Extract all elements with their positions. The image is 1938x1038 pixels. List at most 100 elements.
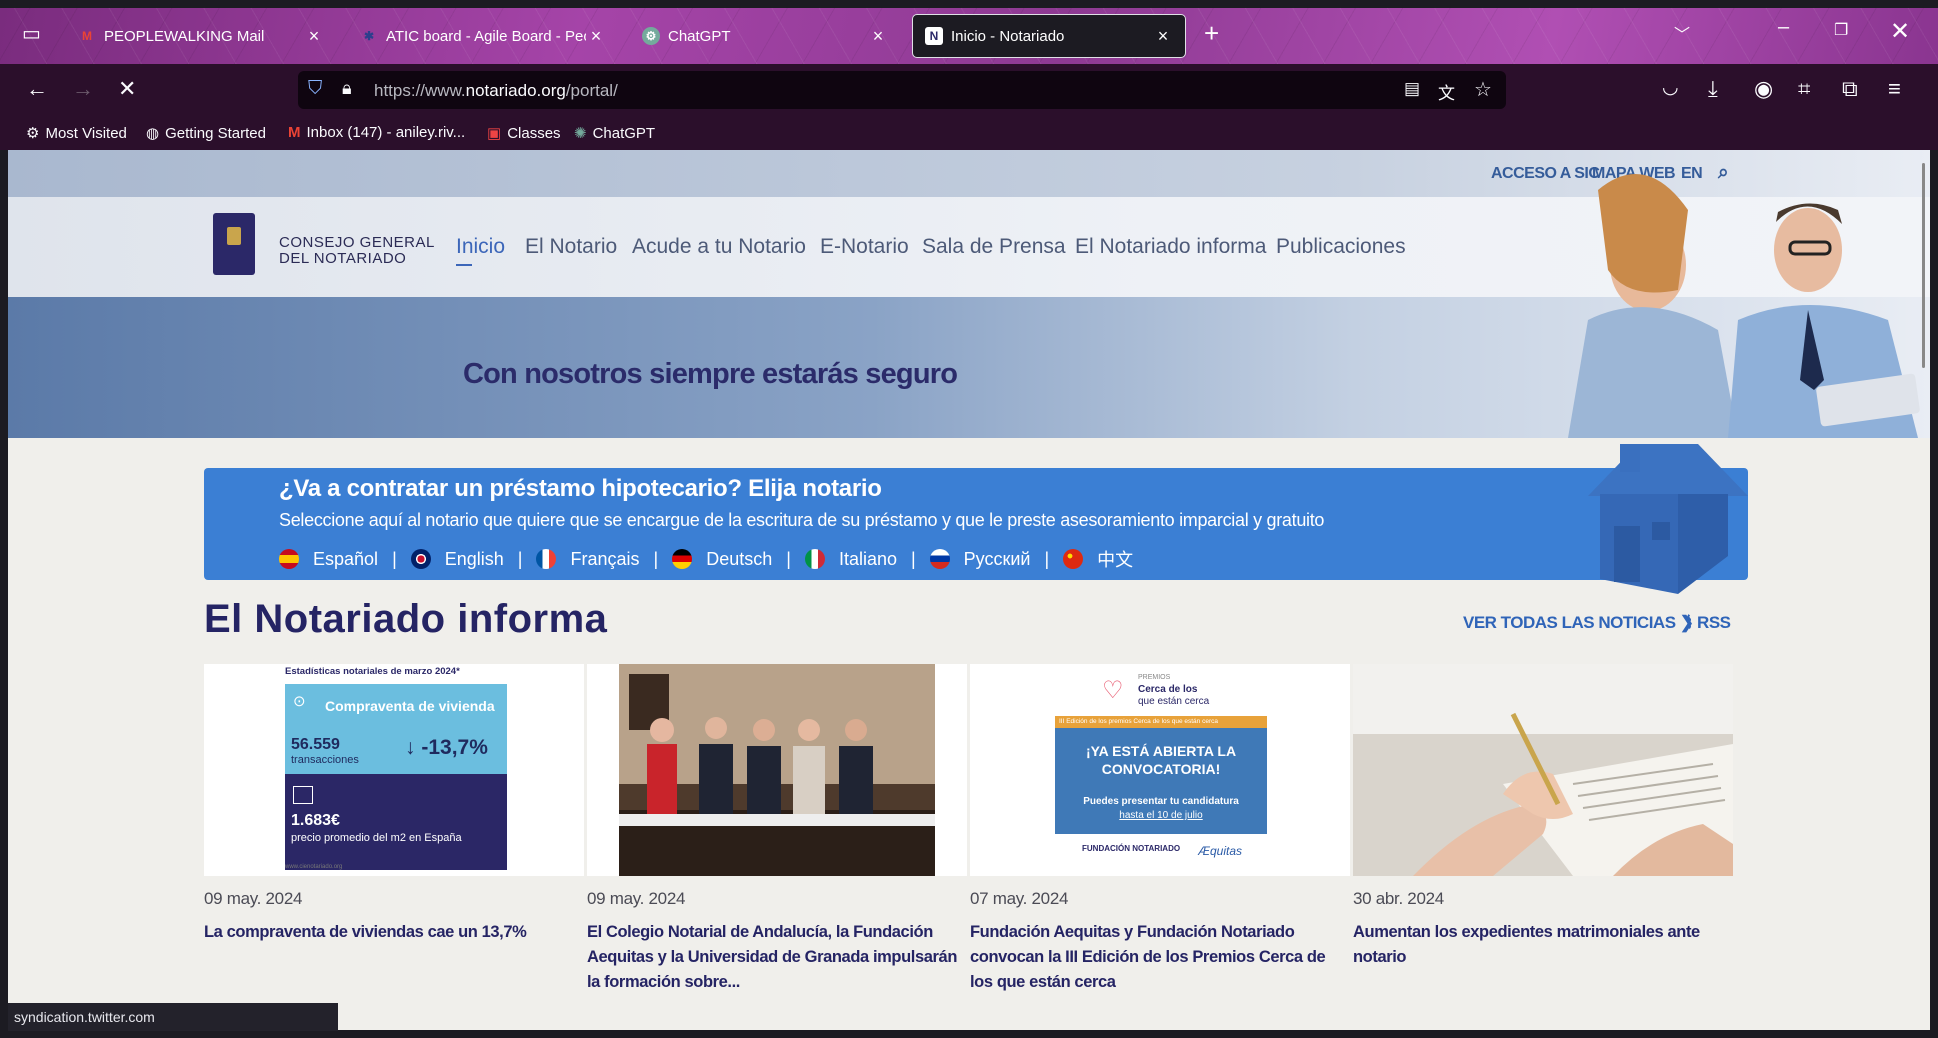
classes-icon: ▣: [487, 125, 502, 142]
bookmark-classes[interactable]: ▣ Classes: [487, 124, 561, 143]
news-title[interactable]: El Colegio Notarial de Andalucía, la Fun…: [587, 920, 967, 995]
tab-chatgpt[interactable]: ⚙ ChatGPT ×: [630, 14, 900, 58]
gmail-icon: M: [82, 29, 92, 43]
arrow-down-icon: ↓: [405, 736, 416, 759]
restore-icon[interactable]: ❐: [1834, 20, 1848, 40]
jira-icon: ✱: [363, 29, 375, 43]
hero-people-photo: [1568, 174, 1920, 438]
nav-publicaciones[interactable]: Publicaciones: [1276, 235, 1406, 259]
chatgpt-icon: ⚙: [642, 27, 660, 45]
uk-flag-icon: [410, 549, 431, 569]
browser-window: ▭ M PEOPLEWALKING Mail × ✱ ATIC board - …: [0, 0, 1938, 1038]
close-icon[interactable]: ×: [304, 26, 324, 47]
italy-flag-icon: [804, 549, 825, 569]
news-title[interactable]: La compraventa de viviendas cae un 13,7%: [204, 920, 584, 945]
back-icon[interactable]: ←: [26, 76, 48, 102]
tab-gmail[interactable]: M PEOPLEWALKING Mail ×: [66, 14, 336, 58]
notariado-icon: N: [925, 27, 943, 45]
news-date: 30 abr. 2024: [1353, 889, 1444, 908]
news-image-premios[interactable]: ♡ PREMIOS Cerca de los que están cerca I…: [970, 664, 1350, 876]
rss-link[interactable]: ⌇ RSS: [1685, 613, 1731, 633]
tab-notariado[interactable]: N Inicio - Notariado ×: [912, 14, 1186, 58]
nav-el-notariado-informa[interactable]: El Notariado informa: [1075, 235, 1266, 259]
page-scrollbar[interactable]: [1922, 163, 1925, 368]
list-tabs-icon[interactable]: ﹀: [1674, 21, 1690, 45]
news-image-signing[interactable]: [1353, 664, 1733, 876]
coins-icon: ⊙: [293, 693, 306, 710]
close-window-icon[interactable]: ✕: [1890, 17, 1910, 46]
lang-english[interactable]: English: [410, 549, 504, 570]
news-title[interactable]: Aumentan los expedientes matrimoniales a…: [1353, 920, 1733, 970]
bookmark-star-icon[interactable]: ☆: [1474, 77, 1492, 102]
menu-icon[interactable]: ≡: [1888, 76, 1901, 102]
bookmark-inbox[interactable]: M Inbox (147) - aniley.riv...: [288, 124, 465, 141]
nav-el-notario[interactable]: El Notario: [525, 235, 617, 259]
lang-francais[interactable]: Français: [536, 549, 640, 570]
pocket-icon[interactable]: ◡: [1662, 76, 1679, 99]
tab-bar: ▭ M PEOPLEWALKING Mail × ✱ ATIC board - …: [0, 8, 1938, 64]
lang-italiano[interactable]: Italiano: [804, 549, 897, 570]
reader-view-icon[interactable]: ▤: [1404, 79, 1420, 99]
nav-sala-de-prensa[interactable]: Sala de Prensa: [922, 235, 1066, 259]
downloads-icon[interactable]: ⤓: [1708, 76, 1718, 102]
bookmark-chatgpt[interactable]: ✺ ChatGPT: [574, 124, 655, 143]
see-all-news-link[interactable]: VER TODAS LAS NOTICIAS ❯: [1463, 613, 1694, 633]
china-flag-icon: [1063, 549, 1084, 569]
news-image-stats[interactable]: Estadísticas notariales de marzo 2024* C…: [204, 664, 584, 876]
lang-chinese[interactable]: 中文: [1063, 546, 1133, 572]
new-tab-icon[interactable]: +: [1204, 18, 1219, 49]
france-flag-icon: [536, 549, 557, 569]
url-bar[interactable]: ⛉ 🔒︎ https://www.notariado.org/portal/ ▤…: [298, 71, 1506, 109]
url-text[interactable]: https://www.notariado.org/portal/: [374, 81, 618, 101]
nav-acude-a-tu-notario[interactable]: Acude a tu Notario: [632, 235, 806, 259]
tab-atic-board[interactable]: ✱ ATIC board - Agile Board - People ×: [348, 14, 618, 58]
translate-icon[interactable]: 文: [1438, 79, 1455, 104]
lang-russian[interactable]: Русский: [929, 549, 1030, 570]
minimize-icon[interactable]: –: [1778, 16, 1789, 39]
close-icon[interactable]: ×: [1153, 26, 1173, 47]
nav-inicio[interactable]: Inicio: [456, 235, 505, 266]
heart-hands-icon: ♡: [1102, 677, 1124, 704]
tab-label: Inicio - Notariado: [951, 27, 1065, 45]
lang-deutsch[interactable]: Deutsch: [672, 549, 772, 570]
site-logo[interactable]: CONSEJO GENERAL DEL NOTARIADO: [213, 205, 443, 289]
lang-espanol[interactable]: Español: [279, 549, 378, 570]
navigation-toolbar: ← → ✕ ⛉ 🔒︎ https://www.notariado.org/por…: [0, 64, 1938, 116]
bookmark-most-visited[interactable]: ⚙ Most Visited: [26, 124, 127, 143]
logo-text: CONSEJO GENERAL DEL NOTARIADO: [279, 234, 435, 267]
screenshot-icon[interactable]: ⌗: [1798, 76, 1810, 102]
bookmarks-bar: ⚙ Most Visited ◍ Getting Started M Inbox (1…: [0, 116, 1938, 150]
status-bar: syndication.twitter.com: [8, 1003, 338, 1031]
tracking-protection-icon[interactable]: ⛉: [308, 78, 322, 100]
news-card[interactable]: 30 abr. 2024 Aumentan los expedientes ma…: [1353, 664, 1733, 970]
news-date: 09 may. 2024: [204, 889, 303, 908]
logo-shield-icon: [213, 213, 255, 275]
rss-icon: ⌇: [1685, 613, 1693, 632]
building-icon: [293, 786, 313, 804]
news-section-title: El Notariado informa: [204, 597, 608, 641]
news-card[interactable]: 09 may. 2024 El Colegio Notarial de Anda…: [587, 664, 967, 995]
news-title[interactable]: Fundación Aequitas y Fundación Notariado…: [970, 920, 1350, 995]
language-selector: Español | English | Français | Deutsch |…: [279, 546, 1133, 572]
account-icon[interactable]: ◉: [1754, 76, 1773, 102]
close-icon[interactable]: ×: [586, 26, 606, 47]
lock-icon[interactable]: 🔒︎: [342, 78, 352, 99]
russia-flag-icon: [929, 549, 950, 569]
news-card[interactable]: Estadísticas notariales de marzo 2024* C…: [204, 664, 584, 945]
hero-header: ACCESO A SIC MAPA WEB EN ⌕ CONSEJO GENER…: [8, 150, 1930, 438]
nav-e-notario[interactable]: E-Notario: [820, 235, 909, 259]
banner-subtitle: Seleccione aquí al notario que quiere qu…: [279, 510, 1325, 530]
spain-flag-icon: [279, 549, 299, 569]
globe-icon: ◍: [146, 125, 160, 142]
bookmark-getting-started[interactable]: ◍ Getting Started: [146, 124, 266, 143]
gear-icon: ⚙: [26, 125, 40, 142]
forward-icon[interactable]: →: [72, 76, 94, 102]
news-image-group-photo[interactable]: [587, 664, 967, 876]
mortgage-banner[interactable]: ¿Va a contratar un préstamo hipotecario?…: [204, 444, 1748, 594]
stop-loading-icon[interactable]: ✕: [118, 76, 136, 102]
hero-slogan: Con nosotros siempre estarás seguro: [463, 358, 958, 390]
close-icon[interactable]: ×: [868, 26, 888, 47]
news-card[interactable]: ♡ PREMIOS Cerca de los que están cerca I…: [970, 664, 1350, 995]
extensions-icon[interactable]: ⧉: [1842, 76, 1858, 102]
tab-overview-icon[interactable]: ▭: [22, 21, 41, 46]
